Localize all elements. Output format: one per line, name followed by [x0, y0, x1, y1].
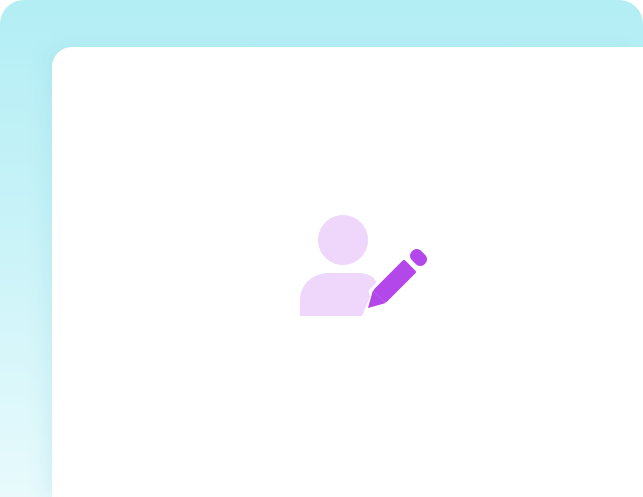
user-edit-icon — [298, 214, 428, 318]
person-body — [300, 273, 376, 316]
person-head — [318, 215, 368, 265]
